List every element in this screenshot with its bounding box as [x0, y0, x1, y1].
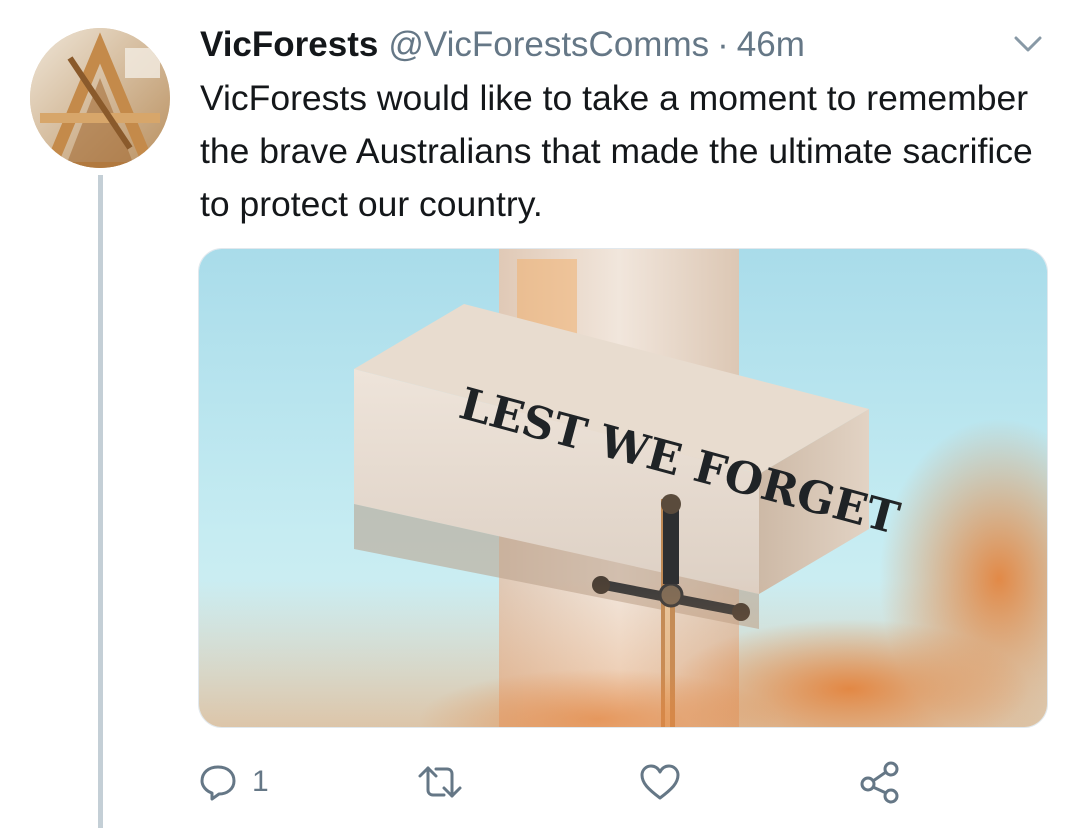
avatar-image — [30, 28, 170, 168]
thread-line — [98, 175, 103, 828]
tweet-media[interactable]: LEST WE FORGET — [198, 248, 1048, 728]
memorial-cross-image: LEST WE FORGET — [199, 249, 1047, 727]
share-button[interactable] — [858, 752, 902, 812]
chevron-down-icon — [1014, 36, 1042, 52]
tweet-text: VicForests would like to take a moment t… — [200, 78, 1033, 224]
user-handle[interactable]: @VicForestsComms — [388, 22, 709, 68]
tweet[interactable]: VicForests @VicForestsComms · 46m VicFor… — [0, 0, 1078, 828]
heart-icon — [640, 764, 680, 800]
tweet-header: VicForests @VicForestsComms · 46m — [200, 22, 805, 68]
like-button[interactable] — [638, 752, 682, 812]
retweet-button[interactable] — [416, 752, 464, 812]
more-options-button[interactable] — [1008, 30, 1048, 60]
reply-count: 1 — [252, 765, 269, 798]
timestamp[interactable]: 46m — [737, 22, 805, 68]
display-name[interactable]: VicForests — [200, 22, 378, 68]
share-icon — [860, 761, 899, 804]
separator: · — [717, 25, 729, 64]
reply-button[interactable]: 1 — [198, 752, 269, 812]
reply-icon — [200, 765, 236, 801]
tweet-actions: 1 — [198, 752, 1046, 812]
retweet-icon — [418, 766, 462, 798]
avatar[interactable] — [30, 28, 170, 168]
